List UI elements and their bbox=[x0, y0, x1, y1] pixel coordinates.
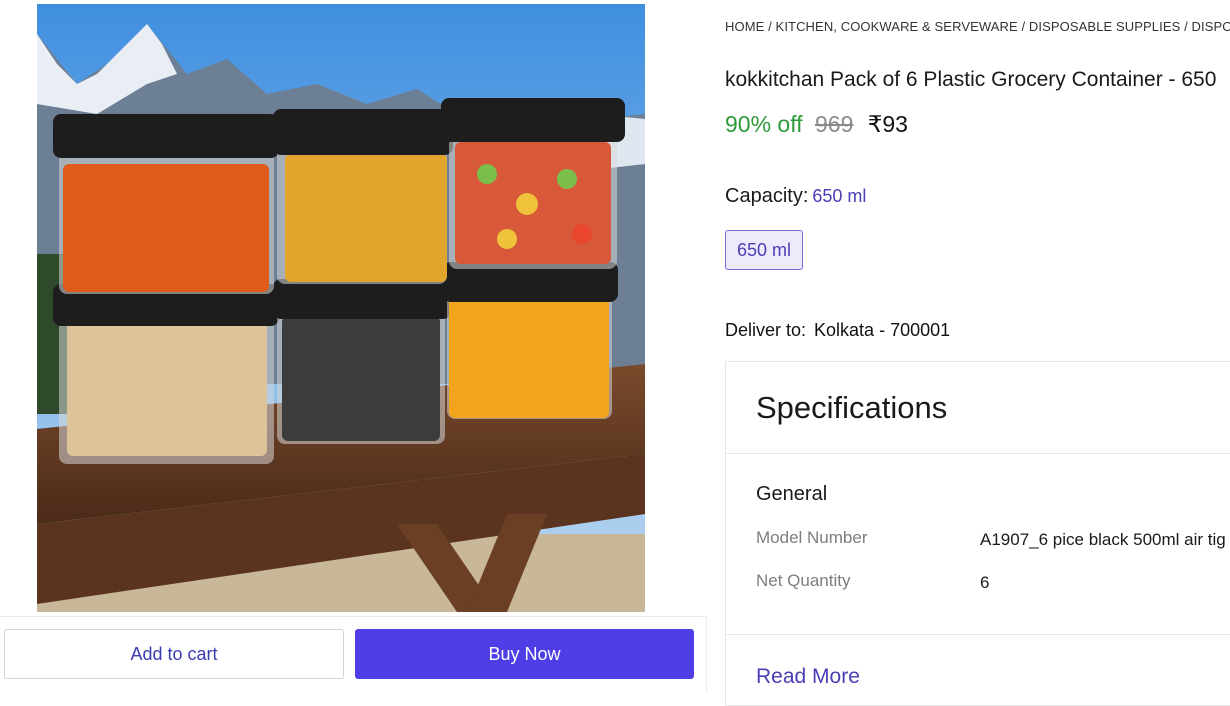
discount-percent: 90% off bbox=[725, 111, 803, 137]
deliver-to-label: Deliver to: bbox=[725, 320, 807, 340]
breadcrumb: HOME / KITCHEN, COOKWARE & SERVEWARE / D… bbox=[725, 19, 1230, 34]
delivery-location[interactable]: Deliver to: Kolkata - 700001 bbox=[725, 320, 950, 341]
price-row: 90% off 969 ₹93 bbox=[725, 111, 908, 138]
specifications-card: Specifications General Model Number A190… bbox=[725, 361, 1230, 706]
purchase-action-bar: Add to cart Buy Now bbox=[0, 616, 707, 693]
product-title: kokkitchan Pack of 6 Plastic Grocery Con… bbox=[725, 68, 1217, 91]
capacity-label: Capacity: 650 ml bbox=[725, 185, 866, 208]
spec-group-title: General bbox=[756, 483, 828, 505]
spec-key-model-number: Model Number bbox=[756, 528, 868, 547]
capacity-label-text: Capacity: bbox=[725, 185, 809, 207]
buy-now-button[interactable]: Buy Now bbox=[355, 629, 694, 679]
spec-value-net-quantity: 6 bbox=[980, 573, 990, 592]
specifications-heading: Specifications bbox=[756, 390, 948, 425]
product-image[interactable] bbox=[37, 4, 645, 612]
breadcrumb-disposable-supplies[interactable]: DISPOSABLE SUPPLIES bbox=[1029, 19, 1180, 34]
breadcrumb-disposable[interactable]: DISPOSABL bbox=[1192, 19, 1230, 34]
capacity-option-650ml[interactable]: 650 ml bbox=[725, 230, 803, 270]
breadcrumb-home[interactable]: HOME bbox=[725, 19, 764, 34]
divider bbox=[726, 453, 1230, 454]
breadcrumb-separator: / bbox=[1180, 19, 1192, 34]
delivery-pincode: Kolkata - 700001 bbox=[814, 320, 951, 340]
read-more-link[interactable]: Read More bbox=[756, 665, 860, 689]
product-photo-illustration bbox=[37, 4, 645, 612]
original-price: 969 bbox=[814, 111, 854, 137]
divider bbox=[726, 634, 1230, 635]
selling-price: ₹93 bbox=[867, 111, 908, 137]
spec-key-net-quantity: Net Quantity bbox=[756, 571, 851, 590]
capacity-selected-value: 650 ml bbox=[812, 186, 867, 206]
breadcrumb-separator: / bbox=[1017, 19, 1029, 34]
spec-value-model-number: A1907_6 pice black 500ml air tig bbox=[980, 530, 1226, 549]
breadcrumb-separator: / bbox=[764, 19, 776, 34]
add-to-cart-button[interactable]: Add to cart bbox=[4, 629, 344, 679]
breadcrumb-kitchen[interactable]: KITCHEN, COOKWARE & SERVEWARE bbox=[776, 19, 1018, 34]
